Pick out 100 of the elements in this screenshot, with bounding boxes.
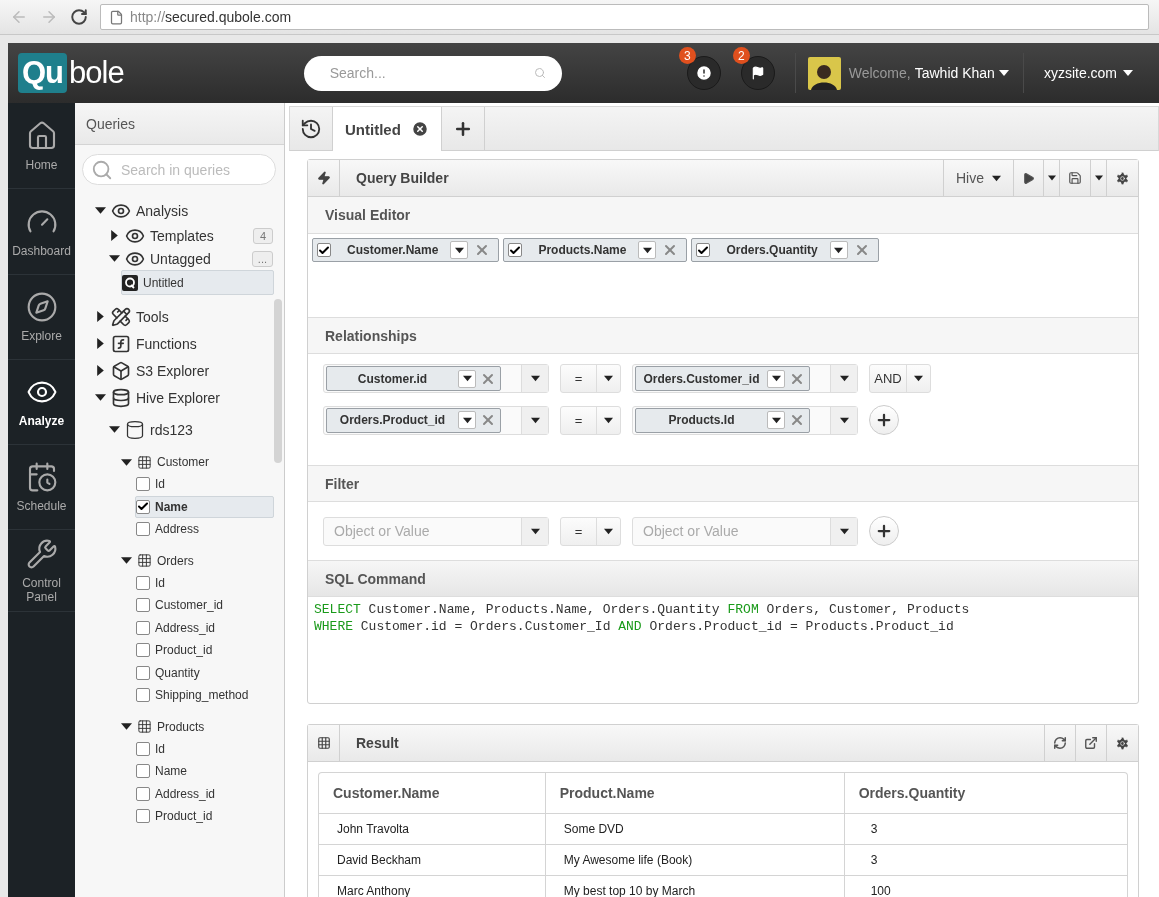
checkbox[interactable]	[136, 499, 150, 514]
save-icon	[1068, 171, 1082, 185]
column-label[interactable]: Shipping_method	[155, 688, 249, 703]
column-label[interactable]: Product_id	[155, 809, 213, 824]
table-label[interactable]: Orders	[157, 553, 194, 568]
column-label[interactable]: Product_id	[155, 643, 213, 658]
column-header[interactable]: Customer.Name	[319, 773, 546, 813]
operator-select[interactable]: =	[560, 516, 621, 546]
column-label[interactable]: Id	[155, 741, 165, 756]
search-input[interactable]: Search in queries	[119, 160, 267, 179]
checkbox[interactable]	[136, 688, 150, 703]
dropdown-button[interactable]	[458, 369, 476, 388]
dropdown-button[interactable]	[450, 241, 469, 259]
user-menu[interactable]: Welcome, Tawhid Khan	[848, 65, 1023, 81]
dropdown-button[interactable]	[829, 241, 848, 259]
field-chip[interactable]: Customer.Name	[312, 238, 500, 262]
tree-item-label[interactable]: Templates	[150, 227, 214, 244]
selected-column-row[interactable]: Name	[135, 495, 274, 518]
tree-item-label[interactable]: Untagged	[150, 250, 211, 267]
operator-select[interactable]: =	[560, 364, 621, 393]
checkbox[interactable]	[317, 243, 331, 257]
dropdown-button[interactable]	[830, 406, 857, 434]
table-label[interactable]: Products	[157, 719, 205, 734]
tree-item-label[interactable]: S3 Explorer	[136, 362, 210, 379]
scrollbar-thumb[interactable]	[274, 299, 282, 463]
avatar	[807, 56, 841, 90]
checkbox[interactable]	[508, 243, 523, 257]
checkbox[interactable]	[136, 665, 150, 680]
column-label[interactable]: Id	[155, 575, 165, 590]
query-item[interactable]: Untitled	[121, 270, 274, 295]
remove-icon[interactable]	[480, 412, 496, 428]
caret-icon	[530, 415, 540, 425]
expand-toggle-icon	[108, 253, 120, 264]
select-field[interactable]: Products.Id	[632, 405, 858, 435]
value-field[interactable]: Object or Value	[632, 516, 858, 546]
checkbox[interactable]	[136, 477, 150, 492]
select-field[interactable]: Customer.id	[323, 364, 549, 393]
remove-icon[interactable]	[789, 412, 805, 428]
value-input[interactable]: Object or Value	[633, 523, 830, 539]
operator-select[interactable]: =	[560, 405, 621, 435]
column-label[interactable]: Customer_id	[155, 598, 224, 613]
column-label[interactable]: Id	[155, 477, 165, 492]
dropdown-button[interactable]	[767, 411, 785, 429]
checkbox[interactable]	[136, 522, 150, 537]
checkbox[interactable]	[696, 243, 711, 257]
checkbox[interactable]	[136, 741, 150, 756]
caret-icon	[1047, 174, 1056, 182]
search-input[interactable]: Search...	[327, 64, 534, 82]
tree-item-label[interactable]: Hive Explorer	[136, 389, 221, 406]
field-chip[interactable]: Orders.Quantity	[691, 238, 879, 262]
column-label[interactable]: Address_id	[155, 786, 216, 801]
checkbox[interactable]	[136, 786, 150, 801]
logo[interactable]: Qu bole	[18, 53, 124, 93]
caret-icon	[454, 245, 464, 255]
site-menu[interactable]: xyzsite.com	[1023, 65, 1149, 81]
select-field[interactable]: Orders.Customer_id	[632, 364, 858, 393]
checkbox[interactable]	[136, 598, 150, 613]
dropdown-button[interactable]	[638, 241, 657, 259]
dropdown-button[interactable]	[521, 406, 548, 434]
tree-item-label[interactable]: Functions	[136, 335, 197, 352]
checkbox[interactable]	[136, 643, 150, 658]
tree-item-label[interactable]: Tools	[136, 308, 169, 325]
dropdown-button[interactable]	[767, 369, 785, 388]
select-field[interactable]: Orders.Product_id	[323, 405, 549, 435]
reload-icon[interactable]	[70, 8, 88, 26]
checkbox[interactable]	[136, 809, 150, 824]
join-select[interactable]: AND	[869, 364, 931, 393]
caret-icon	[462, 374, 472, 383]
column-header[interactable]: Orders.Quantity	[844, 773, 1127, 813]
add-button[interactable]	[869, 516, 899, 546]
tree-item-label[interactable]: Analysis	[136, 202, 189, 219]
column-label[interactable]: Address_id	[155, 620, 216, 635]
sql-code[interactable]: SELECT Customer.Name, Products.Name, Orders.Quantity FROM Orders, Customer, Products WHERE Customer.id = Orders.Customer_Id AND Orders.Product_id = Products.Product_id	[308, 597, 1138, 703]
search-field[interactable]: Search...	[303, 55, 562, 91]
column-label[interactable]: Address	[155, 522, 200, 537]
alert-icon	[694, 64, 713, 82]
column-label[interactable]: Name	[155, 764, 187, 779]
dropdown-button[interactable]	[521, 517, 548, 545]
address-bar[interactable]: http://secured.qubole.com	[100, 4, 1149, 30]
column-label[interactable]: Quantity	[155, 665, 200, 680]
dropdown-button[interactable]	[458, 411, 476, 429]
add-button[interactable]	[869, 405, 899, 435]
dropdown-button[interactable]	[830, 517, 857, 545]
search-field[interactable]: Search in queries	[82, 154, 276, 185]
column-header[interactable]: Product.Name	[545, 773, 845, 813]
dropdown-button[interactable]	[521, 365, 548, 392]
value-field[interactable]: Object or Value	[323, 516, 549, 546]
field-chip[interactable]: Products.Name	[503, 238, 688, 262]
tab[interactable]: Untitled	[333, 107, 442, 151]
checkbox[interactable]	[136, 575, 150, 590]
plus-icon	[875, 411, 893, 429]
dropdown-button[interactable]	[830, 365, 857, 392]
page-icon	[109, 9, 124, 25]
value-input[interactable]: Object or Value	[324, 523, 521, 539]
database-label[interactable]: rds123	[150, 421, 193, 438]
checkbox[interactable]	[136, 764, 150, 779]
checkbox[interactable]	[136, 620, 150, 635]
close-icon[interactable]	[410, 120, 429, 138]
table-label[interactable]: Customer	[157, 455, 209, 469]
engine-dropdown[interactable]: Hive	[943, 160, 1013, 196]
